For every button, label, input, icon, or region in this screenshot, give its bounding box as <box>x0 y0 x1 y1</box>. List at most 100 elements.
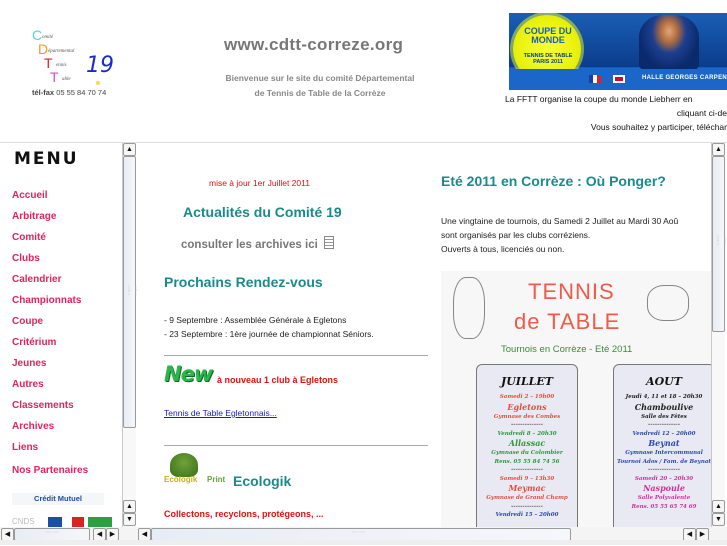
card-heading: JUILLET <box>501 375 553 388</box>
credit-mutuel-text: Crédit Mutuel <box>34 494 82 503</box>
sponsor-logo-blue[interactable] <box>48 517 62 527</box>
news-title: Actualités du Comité 19 <box>183 204 342 220</box>
poster-line: Naspoule <box>643 483 685 493</box>
promo-text: La FFTT organise la coupe du monde Liebh… <box>505 92 727 134</box>
poster-line: Egletons <box>507 401 547 412</box>
logo-word: ennis <box>56 63 67 68</box>
menu-item-comite[interactable]: Comité <box>12 231 88 252</box>
menu-item-classements[interactable]: Classements <box>12 399 88 420</box>
sponsor-logo-red[interactable] <box>72 517 84 527</box>
menu-item-accueil[interactable]: Accueil <box>12 189 88 210</box>
juillet-card: JUILLET Samedi 2 – 19h00 Egletons Gymnase … <box>476 364 578 527</box>
archives-link-text[interactable]: consulter les archives ici <box>181 239 318 251</box>
poster-line: Vendredi 8 – 20h30 <box>497 430 557 437</box>
phone-number: 05 55 84 70 74 <box>56 88 107 97</box>
menu-item-calendrier[interactable]: Calendrier <box>12 273 88 294</box>
poster-line: Vendredi 15 – 20h00 <box>495 512 559 518</box>
promo-line: La FFTT organise la coupe du monde Liebh… <box>505 94 693 104</box>
poster-line: Salle des Fêtes <box>641 413 687 420</box>
sponsor-logo-green[interactable] <box>88 517 112 527</box>
menu-item-clubs[interactable]: Clubs <box>12 252 88 273</box>
poster-line: Gymnase des Combes <box>493 413 561 420</box>
tournament-poster[interactable]: TENNIS de TABLE Tournois en Corrèze - Et… <box>441 271 711 527</box>
menu-list: Accueil Arbitrage Comité Clubs Calendrie… <box>12 189 88 485</box>
scroll-up-icon[interactable]: ▲ <box>123 500 136 513</box>
welcome-line: Bienvenue sur le site du comité Départem… <box>225 73 415 83</box>
scroll-up-icon[interactable]: ▲ <box>123 143 136 156</box>
ecologik-title: Ecologik <box>233 473 292 489</box>
scroll-up-icon[interactable]: ▲ <box>712 143 725 156</box>
main-scroll-thumb[interactable]: ⋮⋮ ⋮⋮ <box>712 156 727 332</box>
uk-flag-icon[interactable] <box>613 75 625 83</box>
menu-item-championnats[interactable]: Championnats <box>12 294 88 315</box>
poster-line: Samedi 9 – 13h30 <box>499 475 555 482</box>
aout-card: AOUT Jeudi 4, 11 et 18 – 20h30 Chambouliv… <box>613 364 711 527</box>
menu-item-jeunes[interactable]: Jeunes <box>12 357 88 378</box>
rdv-item: - 9 Septembre : Assemblée Générale à Egl… <box>164 315 347 325</box>
logo-word: omité <box>42 35 54 40</box>
menu-scroll-thumb[interactable]: ⋮⋮ ⋮⋮ <box>123 156 139 428</box>
club-egletons-link[interactable]: Tennis de Table Egletonnais... <box>164 408 277 418</box>
poster-line: Samedi 2 – 19h00 <box>499 394 555 400</box>
poster-line: -------------- <box>511 467 543 473</box>
divider <box>164 445 428 446</box>
update-date: mise à jour 1er Juillet 2011 <box>209 178 310 188</box>
new-club-text: à nouveau 1 club à Egletons <box>217 375 339 385</box>
poster-line: Salle Polyvalente <box>637 495 691 501</box>
rdv-title: Prochains Rendez-vous <box>164 274 323 290</box>
scroll-down-icon[interactable]: ▼ <box>712 513 725 526</box>
status-strip <box>0 540 727 545</box>
welcome-text: Bienvenue sur le site du comité Départem… <box>200 71 440 101</box>
poster-line: Gymnase du Colombier <box>491 450 563 456</box>
menu-item-arbitrage[interactable]: Arbitrage <box>12 210 88 231</box>
poster-title: TENNIS <box>528 279 615 304</box>
cnds-logo[interactable]: CNDS <box>12 517 38 527</box>
world-cup-banner[interactable]: COUPE DU MONDE TENNIS DE TABLE PARIS 201… <box>509 13 727 90</box>
menu-item-coupe[interactable]: Coupe <box>12 315 88 336</box>
menu-vertical-scrollbar[interactable]: ▲ ⋮⋮ ⋮⋮ ▲ ▼ <box>122 143 139 527</box>
sponsor-logos-row: CNDS <box>12 517 116 527</box>
menu-item-archives[interactable]: Archives <box>12 420 88 441</box>
menu-item-autres[interactable]: Autres <box>12 378 88 399</box>
menu-horizontal-scrollbar[interactable]: ◀ ⋯⋯ ◀ ▶ <box>0 527 137 541</box>
scroll-down-icon[interactable]: ▼ <box>123 513 136 526</box>
banner-player-image <box>639 15 699 70</box>
banner-subtitle: TENNIS DE TABLE PARIS 2011 <box>523 53 573 65</box>
menu-title: MENU <box>14 149 79 169</box>
card-lines: Samedi 2 – 19h00 Egletons Gymnase des Comb… <box>477 393 577 520</box>
main-vertical-scrollbar[interactable]: ▲ ⋮⋮ ⋮⋮ ▲ ▼ <box>711 143 727 527</box>
fr-flag-icon[interactable] <box>589 75 601 83</box>
summer-text-line: Une vingtaine de tournois, du Samedi 2 J… <box>441 216 679 226</box>
page-header: C omité D épartemental T ennis T able 19… <box>0 0 727 140</box>
scroll-up-icon[interactable]: ▲ <box>712 500 725 513</box>
rdv-item: - 23 Septembre : 1ère journée de champio… <box>164 329 374 339</box>
menu-frame: MENU Accueil Arbitrage Comité Clubs Cale… <box>0 142 139 546</box>
archives-link[interactable]: consulter les archives ici <box>181 236 334 251</box>
poster-line: Meymac <box>508 483 546 493</box>
player-sketch-icon <box>647 285 689 321</box>
divider <box>164 355 428 356</box>
ecologik-logo-word: Ecologik <box>164 475 198 484</box>
credit-mutuel-logo[interactable]: Crédit Mutuel <box>12 493 104 505</box>
poster-line: -------------- <box>511 422 543 428</box>
poster-line: Rens. 05 55 84 74 56 <box>494 458 560 465</box>
logo-word: able <box>62 77 71 82</box>
menu-item-partenaires[interactable]: Nos Partenaires <box>12 464 88 485</box>
menu-item-criterium[interactable]: Critérium <box>12 336 88 357</box>
logo-letter-t2: T <box>50 69 59 85</box>
poster-line: Gymnase Intercommunal <box>625 450 703 456</box>
ecologik-logo[interactable]: Ecologik Print <box>164 453 232 491</box>
rdv-list: - 9 Septembre : Assemblée Générale à Egl… <box>164 313 374 341</box>
poster-line: Samedi 20 – 20h30 <box>634 475 694 482</box>
poster-line: Beynat <box>648 438 680 448</box>
phone-contact: tél-fax 05 55 84 70 74 <box>32 88 106 97</box>
menu-item-liens[interactable]: Liens <box>12 441 88 462</box>
poster-line: -------------- <box>648 422 680 428</box>
poster-line: Tournoi Ados / Fam. de Beynat <box>617 458 711 465</box>
main-horizontal-scrollbar[interactable]: ◀ ⋯⋯ ◀ ▶ <box>137 527 727 541</box>
document-icon[interactable] <box>323 236 334 249</box>
promo-link[interactable]: cliquant ci-de <box>505 106 727 120</box>
promo-line: Vous souhaitez y participer, téléchar <box>590 122 727 132</box>
banner-title: COUPE DU MONDE <box>524 26 572 45</box>
summer-text-line: Ouverts à tous, licenciés ou non. <box>441 244 565 254</box>
